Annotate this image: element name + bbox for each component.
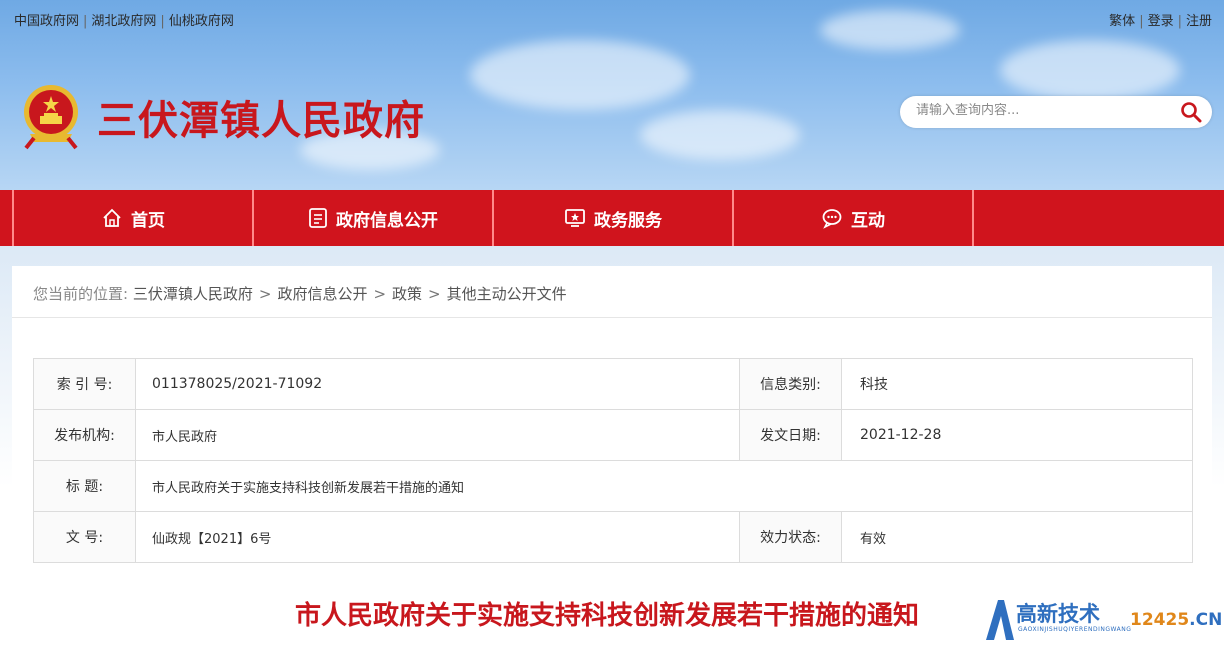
- date-value: 2021-12-28: [841, 409, 1193, 461]
- watermark-subtext: GAOXINJISHUQIYERENDINGWANG: [1018, 626, 1132, 633]
- nav-item-label: 首页: [131, 210, 165, 231]
- nav-item-label: 互动: [851, 210, 885, 231]
- watermark-suffix: .CN: [1189, 610, 1223, 630]
- category-label: 信息类别:: [739, 358, 842, 410]
- breadcrumb: 您当前的位置: 三伏潭镇人民政府 > 政府信息公开 > 政策 > 其他主动公开文件: [33, 283, 567, 304]
- watermark-number: 12425.CN: [1130, 610, 1222, 630]
- link-china-gov[interactable]: 中国政府网: [14, 14, 79, 29]
- breadcrumb-separator: >: [428, 285, 441, 303]
- nav-item-interaction[interactable]: 互动: [732, 190, 972, 246]
- status-value: 有效: [841, 511, 1193, 563]
- breadcrumb-item[interactable]: 三伏潭镇人民政府: [133, 285, 253, 303]
- main-nav: 首页 政府信息公开 政务服务 互动: [0, 190, 1224, 246]
- separator: |: [160, 14, 165, 29]
- cloud-decoration: [820, 10, 960, 50]
- watermark-number-value: 12425: [1130, 610, 1190, 630]
- separator: |: [83, 14, 88, 29]
- breadcrumb-item[interactable]: 政府信息公开: [277, 285, 367, 303]
- search-input[interactable]: [916, 103, 1166, 118]
- nav-item-gov-info[interactable]: 政府信息公开: [252, 190, 492, 246]
- login-link[interactable]: 登录: [1148, 14, 1174, 29]
- breadcrumb-separator: >: [373, 285, 387, 303]
- docno-value: 仙政规【2021】6号: [135, 511, 740, 563]
- separator: |: [1139, 14, 1144, 29]
- account-links: 繁体 | 登录 | 注册: [1109, 10, 1212, 29]
- top-links: 中国政府网 | 湖北政府网 | 仙桃政府网: [14, 10, 234, 29]
- index-label: 索 引 号:: [33, 358, 136, 410]
- table-row: 发布机构: 市人民政府 发文日期: 2021-12-28: [33, 409, 1193, 461]
- breadcrumb-item[interactable]: 其他主动公开文件: [447, 285, 567, 303]
- status-label: 效力状态:: [739, 511, 842, 563]
- breadcrumb-separator: >: [258, 285, 272, 303]
- chat-icon: [822, 209, 842, 229]
- index-value: 011378025/2021-71092: [135, 358, 740, 410]
- divider: [12, 317, 1212, 318]
- table-row: 索 引 号: 011378025/2021-71092 信息类别: 科技: [33, 358, 1193, 410]
- traditional-chinese-link[interactable]: 繁体: [1109, 14, 1135, 29]
- watermark-text: 高新技术: [1016, 602, 1100, 626]
- cloud-decoration: [470, 40, 690, 110]
- nav-item-services[interactable]: 政务服务: [492, 190, 732, 246]
- issuer-value: 市人民政府: [135, 409, 740, 461]
- breadcrumb-prefix: 您当前的位置:: [33, 285, 129, 303]
- home-icon: [103, 208, 121, 227]
- nav-item-label: 政府信息公开: [336, 210, 438, 231]
- cloud-decoration: [1000, 40, 1180, 100]
- document-icon: [309, 208, 327, 228]
- national-emblem-icon: [24, 85, 78, 150]
- search-box: [900, 96, 1212, 128]
- date-label: 发文日期:: [739, 409, 842, 461]
- document-meta-table: 索 引 号: 011378025/2021-71092 信息类别: 科技 发布机…: [33, 358, 1193, 563]
- separator: |: [1177, 14, 1182, 29]
- watermark-logo-icon: [986, 600, 1014, 640]
- site-title[interactable]: 三伏潭镇人民政府: [97, 88, 425, 146]
- link-xiantao-gov[interactable]: 仙桃政府网: [169, 14, 234, 29]
- category-value: 科技: [841, 358, 1193, 410]
- docno-label: 文 号:: [33, 511, 136, 563]
- watermark: 高新技术 GAOXINJISHUQIYERENDINGWANG 12425.CN: [982, 596, 1222, 644]
- nav-item-label: 政务服务: [594, 210, 662, 231]
- table-row: 标 题: 市人民政府关于实施支持科技创新发展若干措施的通知: [33, 460, 1193, 512]
- title-value: 市人民政府关于实施支持科技创新发展若干措施的通知: [135, 460, 1193, 512]
- service-screen-icon: [565, 209, 585, 227]
- search-icon[interactable]: [1180, 101, 1202, 123]
- breadcrumb-item[interactable]: 政策: [392, 285, 422, 303]
- link-hubei-gov[interactable]: 湖北政府网: [91, 14, 156, 29]
- cloud-decoration: [640, 110, 800, 160]
- issuer-label: 发布机构:: [33, 409, 136, 461]
- nav-item-home[interactable]: 首页: [12, 190, 252, 246]
- title-label: 标 题:: [33, 460, 136, 512]
- register-link[interactable]: 注册: [1186, 14, 1212, 29]
- table-row: 文 号: 仙政规【2021】6号 效力状态: 有效: [33, 511, 1193, 563]
- nav-divider: [972, 190, 974, 246]
